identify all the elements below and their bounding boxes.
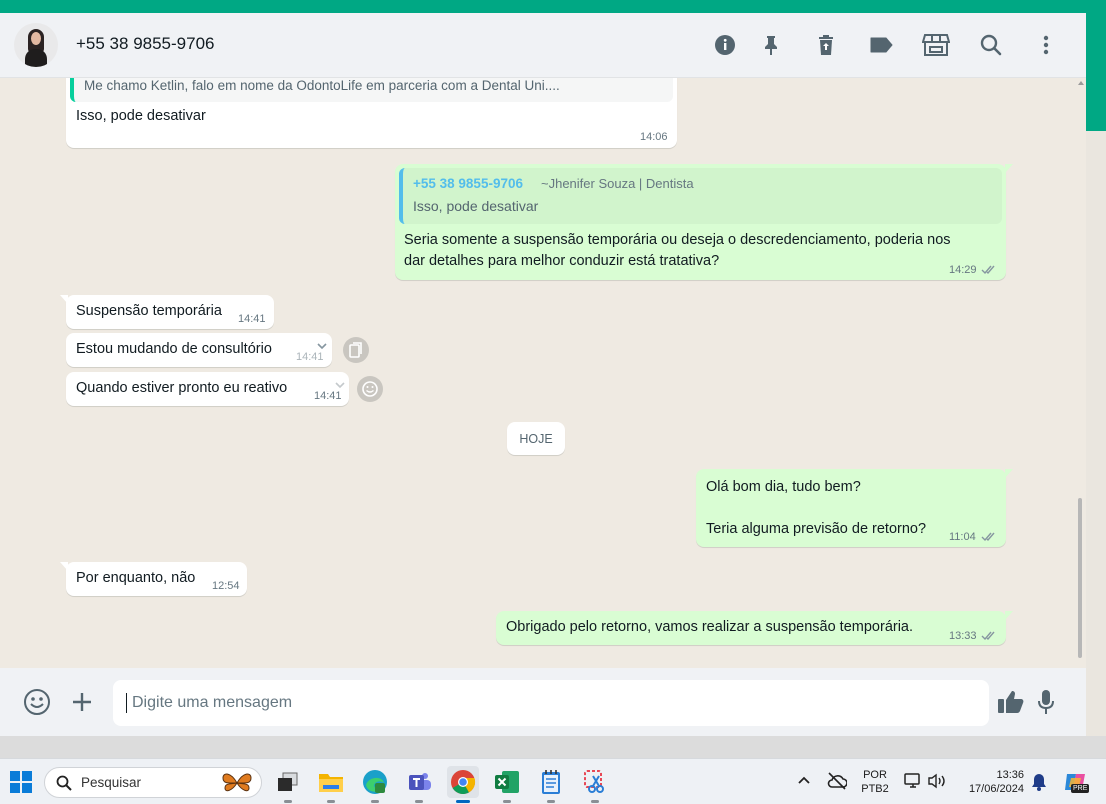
file-explorer-icon[interactable] [315,766,347,803]
thumbs-up-icon[interactable] [995,686,1027,718]
edge-browser-icon[interactable] [359,766,391,803]
notepad-icon[interactable] [535,766,567,803]
message-outgoing[interactable]: Obrigado pelo retorno, vamos realizar a … [496,611,1013,645]
input-language-top: POR [863,769,887,781]
search-icon[interactable] [979,33,1003,57]
message-input-placeholder: Digite uma mensagem [132,694,293,711]
message-incoming[interactable]: Quando estiver pronto eu reativo 14:41 [66,372,349,406]
chevron-up-icon[interactable] [797,775,811,785]
input-language[interactable]: POR PTB2 [859,768,891,796]
search-icon [56,775,72,791]
whatsapp-chat-window: +55 38 9855-9706 Me chamo Ketlin, falo e… [0,13,1086,736]
mic-icon[interactable] [1030,686,1062,718]
butterfly-icon [222,773,252,792]
right-accent-bar [1086,13,1106,131]
network-icon[interactable] [904,773,922,789]
quoted-message[interactable]: Me chamo Ketlin, falo em nome da OdontoL… [70,78,673,102]
quoted-message[interactable]: +55 38 9855-9706 ~Jhenifer Souza | Denti… [399,168,1002,224]
message-text: Estou mudando de consultório [76,341,272,357]
date-separator: HOJE [507,422,565,455]
message-list[interactable]: Me chamo Ketlin, falo em nome da OdontoL… [0,78,1086,668]
message-text-line: Teria alguma previsão de retorno? [706,521,927,537]
chevron-down-icon[interactable] [316,340,328,352]
contact-avatar[interactable] [14,23,58,67]
message-text-line: Olá bom dia, tudo bem? [706,479,861,495]
message-text-line: Seria somente a suspensão temporária ou … [404,232,951,248]
label-icon[interactable] [869,33,893,57]
chrome-browser-icon[interactable] [447,766,479,803]
contact-name[interactable]: +55 38 9855-9706 [76,34,215,54]
right-edge-panel [1086,13,1106,736]
quoted-text: Me chamo Ketlin, falo em nome da OdontoL… [84,78,560,93]
message-text: Isso, pode desativar [76,108,206,124]
message-text: Suspensão temporária [76,303,222,319]
message-time: 11:04 [949,531,976,543]
message-time: 14:41 [314,390,342,402]
quoted-text: Isso, pode desativar [413,198,539,214]
forward-copy-icon[interactable] [343,337,369,363]
message-time: 14:29 [949,264,977,276]
input-language-bottom: PTB2 [861,783,889,795]
quoted-author: +55 38 9855-9706 [413,176,523,191]
scrollbar[interactable] [1076,78,1084,668]
read-ticks-icon [981,532,995,542]
window-top-accent [0,0,1106,13]
windows-taskbar: Pesquisar POR PTB2 13:36 17/06/2024 PRE [0,758,1106,804]
copilot-badge: PRE [1071,784,1090,793]
store-icon[interactable] [922,33,950,57]
info-icon[interactable] [713,33,737,57]
react-emoji-icon[interactable] [357,376,383,402]
quoted-author-name: ~Jhenifer Souza | Dentista [541,176,694,191]
chevron-down-icon[interactable] [334,379,346,391]
trash-icon[interactable] [814,33,838,57]
chat-header[interactable]: +55 38 9855-9706 [0,13,1086,78]
message-time: 14:41 [296,351,324,363]
plus-icon[interactable] [66,686,98,718]
message-input[interactable]: Digite uma mensagem [113,680,989,726]
message-time: 14:06 [640,131,668,143]
message-incoming[interactable]: Estou mudando de consultório 14:41 [66,333,332,367]
message-incoming[interactable]: Por enquanto, não 12:54 [60,562,247,596]
window-bottom-margin [0,736,1106,758]
emoji-icon[interactable] [21,686,53,718]
task-view-icon[interactable] [272,766,304,803]
message-text: Por enquanto, não [76,570,196,586]
pin-icon[interactable] [759,33,783,57]
message-outgoing[interactable]: +55 38 9855-9706 ~Jhenifer Souza | Denti… [395,164,1013,280]
volume-icon[interactable] [927,773,947,789]
message-time: 12:54 [212,580,240,592]
scrollbar-thumb[interactable] [1078,498,1082,658]
windows-start-icon[interactable] [5,766,37,798]
excel-icon[interactable] [491,766,523,803]
teams-icon[interactable] [403,766,435,803]
read-ticks-icon [981,631,995,641]
clock-date: 17/06/2024 [968,783,1024,795]
copilot-icon[interactable]: PRE [1063,770,1090,794]
menu-icon[interactable] [1034,33,1058,57]
taskbar-search[interactable]: Pesquisar [44,767,262,798]
message-incoming[interactable]: Suspensão temporária 14:41 [60,295,274,329]
message-time: 14:41 [238,313,266,325]
message-text: Quando estiver pronto eu reativo [76,380,288,396]
clock-time: 13:36 [996,769,1024,781]
message-composer: Digite uma mensagem [0,668,1086,736]
taskbar-search-label: Pesquisar [81,775,142,790]
snipping-tool-icon[interactable] [579,766,611,803]
cloud-offline-icon[interactable] [827,772,847,790]
read-ticks-icon [981,265,995,275]
system-clock[interactable]: 13:36 17/06/2024 [958,768,1024,796]
notification-bell-icon[interactable] [1031,773,1047,791]
message-text: Obrigado pelo retorno, vamos realizar a … [506,619,914,635]
message-text-line: dar detalhes para melhor conduzir está t… [404,253,720,269]
message-outgoing[interactable]: Olá bom dia, tudo bem? Teria alguma prev… [696,469,1013,547]
message-incoming[interactable]: Me chamo Ketlin, falo em nome da OdontoL… [66,78,677,148]
message-time: 13:33 [949,630,977,642]
